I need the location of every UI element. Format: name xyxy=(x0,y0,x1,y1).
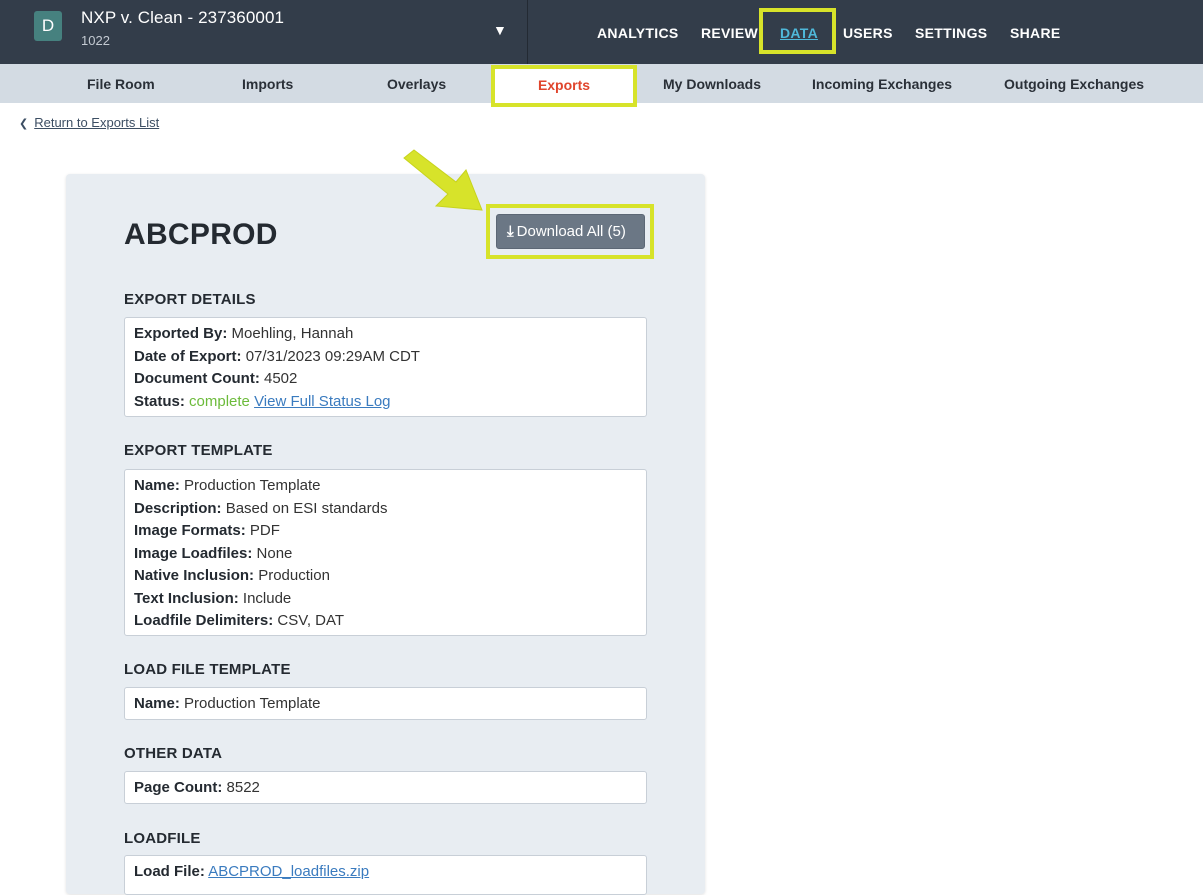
export-details-heading: EXPORT DETAILS xyxy=(124,291,256,308)
load-file-template-box: Name: Production Template xyxy=(124,687,647,720)
nav-users[interactable]: USERS xyxy=(843,25,893,41)
tab-exports[interactable]: Exports xyxy=(491,65,637,107)
data-nav-highlight xyxy=(759,8,836,54)
template-description: Description: Based on ESI standards xyxy=(134,499,388,517)
detail-status: Status: complete View Full Status Log xyxy=(134,392,391,410)
view-status-log-link[interactable]: View Full Status Log xyxy=(254,393,390,410)
status-badge: complete xyxy=(189,392,250,410)
template-name: Name: Production Template xyxy=(134,477,321,494)
nav-review[interactable]: REVIEW xyxy=(701,25,758,41)
detail-exported-by: Exported By: Moehling, Hannah xyxy=(134,325,354,342)
chevron-left-icon: ❮ xyxy=(19,118,29,130)
template-image-loadfiles: Image Loadfiles: None xyxy=(134,544,293,562)
loadfile-box: Load File: ABCPROD_loadfiles.zip xyxy=(124,855,647,895)
caret-down-icon[interactable]: ▼ xyxy=(493,22,507,38)
nav-settings[interactable]: SETTINGS xyxy=(915,25,987,41)
export-template-heading: EXPORT TEMPLATE xyxy=(124,442,273,459)
page-count: Page Count: 8522 xyxy=(134,779,260,796)
template-text-inclusion: Text Inclusion: Include xyxy=(134,589,292,607)
template-image-formats: Image Formats: PDF xyxy=(134,522,280,539)
tab-my-downloads[interactable]: My Downloads xyxy=(663,76,761,92)
matter-title[interactable]: NXP v. Clean - 237360001 xyxy=(81,8,284,28)
nav-analytics[interactable]: ANALYTICS xyxy=(597,25,679,41)
matter-selector[interactable]: D NXP v. Clean - 237360001 1022 ▼ xyxy=(0,0,528,64)
template-loadfile-delimiters: Loadfile Delimiters: CSV, DAT xyxy=(134,612,345,629)
other-data-box: Page Count: 8522 xyxy=(124,771,647,804)
tab-imports[interactable]: Imports xyxy=(242,76,293,92)
tab-outgoing-exchanges[interactable]: Outgoing Exchanges xyxy=(1004,76,1144,92)
load-file-template-heading: LOAD FILE TEMPLATE xyxy=(124,661,291,678)
matter-number: 1022 xyxy=(81,33,110,48)
export-template-box: Name: Production Template Description: B… xyxy=(124,469,647,636)
matter-badge: D xyxy=(34,11,62,41)
tab-overlays[interactable]: Overlays xyxy=(387,76,446,92)
detail-date-of-export: Date of Export: 07/31/2023 09:29AM CDT xyxy=(134,347,420,365)
other-data-heading: OTHER DATA xyxy=(124,745,223,762)
loadfile-heading: LOADFILE xyxy=(124,830,201,847)
export-details-box: Exported By: Moehling, Hannah Date of Ex… xyxy=(124,317,647,417)
return-to-exports-link[interactable]: ❮ Return to Exports List xyxy=(19,115,159,130)
download-all-button[interactable]: ⤓ Download All (5) xyxy=(496,214,645,249)
export-name: ABCPROD xyxy=(124,218,278,251)
nav-share[interactable]: SHARE xyxy=(1010,25,1061,41)
pointer-arrow-icon xyxy=(403,149,483,211)
template-native-inclusion: Native Inclusion: Production xyxy=(134,567,330,584)
download-all-label: Download All (5) xyxy=(516,223,626,240)
top-bar: D NXP v. Clean - 237360001 1022 ▼ ANALYT… xyxy=(0,0,1203,64)
load-template-name: Name: Production Template xyxy=(134,695,321,712)
tab-incoming-exchanges[interactable]: Incoming Exchanges xyxy=(812,76,952,92)
download-icon: ⤓ xyxy=(507,223,514,240)
loadfile-download-link[interactable]: ABCPROD_loadfiles.zip xyxy=(208,863,369,880)
tab-file-room[interactable]: File Room xyxy=(87,76,155,92)
tab-exports-label: Exports xyxy=(537,77,591,93)
return-link-label: Return to Exports List xyxy=(34,115,160,130)
loadfile-row: Load File: ABCPROD_loadfiles.zip xyxy=(134,863,370,880)
detail-document-count: Document Count: 4502 xyxy=(134,370,298,387)
